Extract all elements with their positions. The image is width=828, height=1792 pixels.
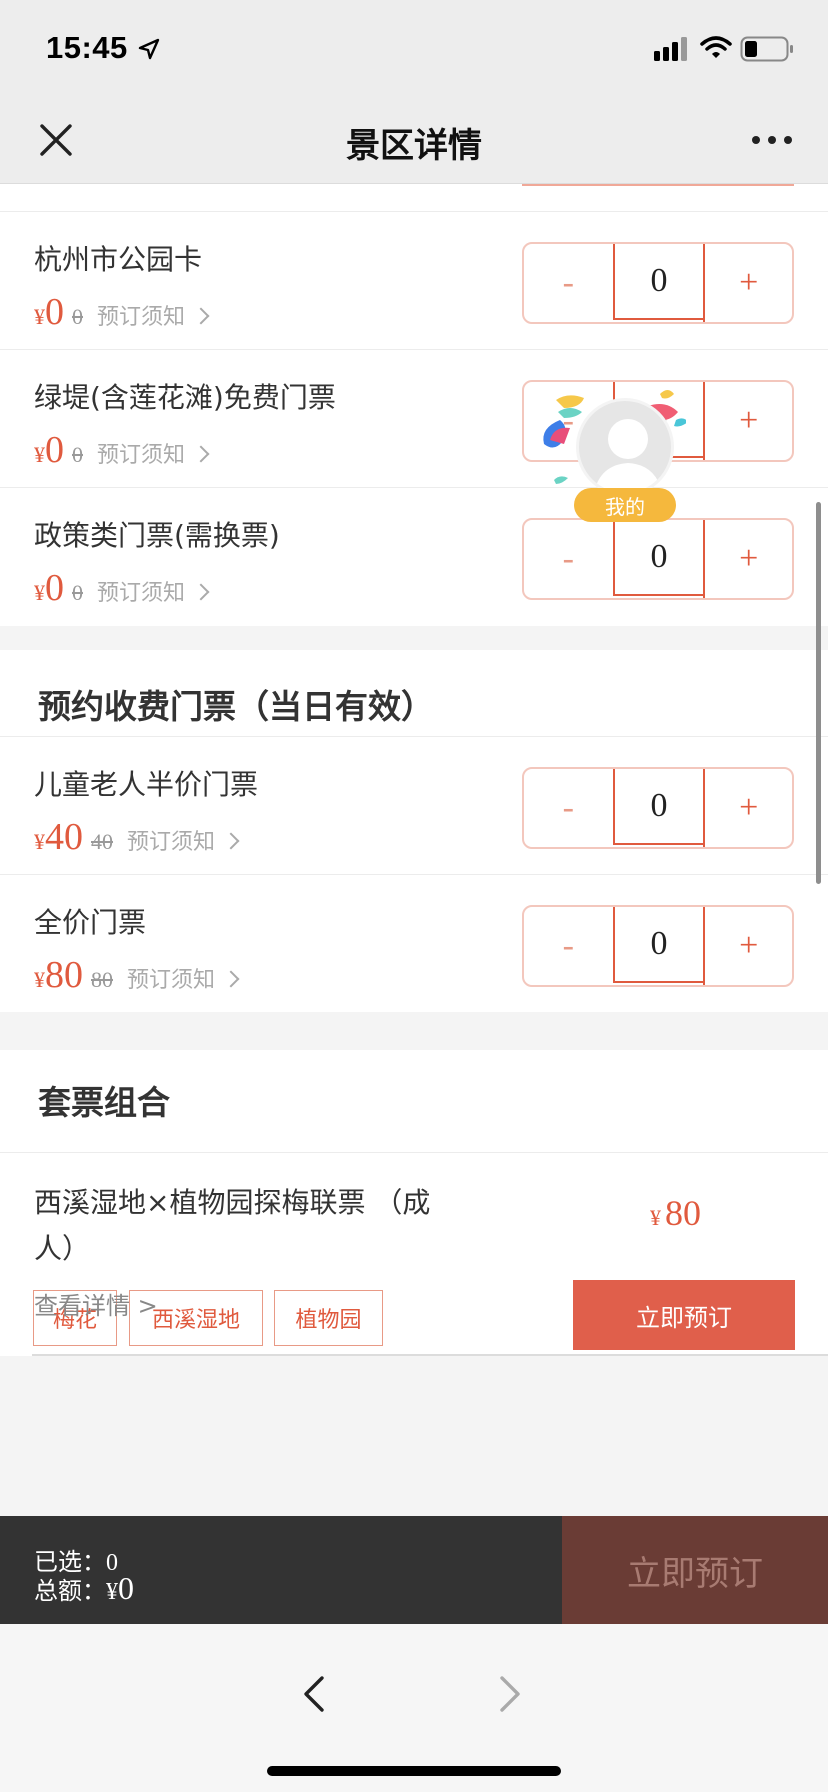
chevron-right-icon[interactable] — [192, 445, 210, 463]
yen-symbol: ¥ — [650, 1205, 661, 1230]
package-section: 套票组合 西溪湿地×植物园探梅联票 （成人） 梅花 西溪湿地 植物园 ¥ 80 … — [0, 1050, 828, 1356]
increment-button[interactable]: + — [703, 520, 792, 598]
ticket-price-line: ¥0 0 预订须知 — [34, 566, 210, 609]
quantity-value[interactable]: 0 — [612, 244, 704, 320]
total-value: 0 — [118, 1570, 134, 1606]
ticket-price-line: ¥0 0 预订须知 — [34, 290, 210, 333]
increment-button[interactable]: + — [703, 907, 792, 985]
quantity-value[interactable]: 0 — [612, 769, 704, 845]
more-options-icon[interactable] — [752, 132, 792, 148]
section-title: 套票组合 — [38, 1083, 170, 1122]
yen-symbol: ¥ — [106, 1579, 118, 1605]
booking-notice-link[interactable]: 预订须知 — [97, 581, 185, 606]
wifi-icon — [700, 36, 732, 58]
ticket-name: 绿堤(含莲花滩)免费门票 — [34, 381, 336, 414]
ticket-name: 杭州市公园卡 — [34, 243, 203, 276]
stepper-edge-partial — [522, 184, 794, 186]
package-card[interactable]: 西溪湿地×植物园探梅联票 （成人） 梅花 西溪湿地 植物园 ¥ 80 立即预订 — [0, 1180, 828, 1350]
section-title: 预约收费门票（当日有效） — [38, 687, 434, 726]
home-indicator[interactable] — [267, 1766, 561, 1776]
package-name: 西溪湿地×植物园探梅联票 （成人） — [34, 1186, 431, 1265]
battery-icon — [740, 36, 793, 62]
ticket-price: 0 — [45, 567, 64, 609]
decrement-button[interactable]: - — [524, 520, 613, 598]
ticket-original-price: 0 — [72, 304, 83, 329]
chevron-right-icon[interactable] — [222, 832, 240, 850]
package-price: ¥ 80 — [650, 1192, 701, 1234]
decrement-button[interactable]: - — [524, 244, 613, 322]
ticket-name: 政策类门票(需换票) — [34, 519, 280, 552]
my-label-badge: 我的 — [574, 488, 676, 522]
yen-symbol: ¥ — [34, 304, 45, 329]
total-label: 总额： — [34, 1577, 106, 1605]
quantity-stepper: - 0 + — [522, 518, 794, 600]
location-arrow-icon — [138, 38, 160, 60]
yen-symbol: ¥ — [34, 442, 45, 467]
paid-tickets-section: 预约收费门票（当日有效） 儿童老人半价门票 ¥40 40 预订须知 - 0 + 全价… — [0, 650, 828, 1012]
yen-symbol: ¥ — [34, 580, 45, 605]
ticket-original-price: 80 — [91, 967, 113, 992]
back-arrow-icon[interactable] — [302, 1674, 326, 1714]
divider — [32, 1354, 828, 1356]
increment-button[interactable]: + — [703, 382, 792, 460]
quantity-value[interactable]: 0 — [612, 520, 704, 596]
cellular-signal-icon — [654, 37, 687, 61]
booking-notice-link[interactable]: 预订须知 — [127, 968, 215, 993]
increment-button[interactable]: + — [703, 244, 792, 322]
checkout-bar: 已选：0 总额：¥0 立即预订 — [0, 1516, 828, 1624]
ticket-original-price: 0 — [72, 580, 83, 605]
booking-notice-link[interactable]: 预订须知 — [97, 443, 185, 468]
forward-arrow-icon[interactable] — [498, 1674, 522, 1714]
chevron-right-icon[interactable] — [192, 583, 210, 601]
quantity-stepper: - 0 + — [522, 767, 794, 849]
quantity-value[interactable]: 0 — [612, 907, 704, 983]
yen-symbol: ¥ — [34, 967, 45, 992]
ticket-price: 0 — [45, 429, 64, 471]
ticket-row: 儿童老人半价门票 ¥40 40 预订须知 - 0 + — [0, 736, 828, 874]
ticket-price: 80 — [45, 954, 83, 996]
quantity-stepper: - 0 + — [522, 905, 794, 987]
scrollbar-thumb[interactable] — [816, 502, 821, 884]
ticket-name: 儿童老人半价门票 — [34, 768, 259, 801]
avatar — [576, 398, 674, 496]
my-account-float-button[interactable]: 我的 — [536, 372, 686, 522]
ticket-row: 全价门票 ¥80 80 预订须知 - 0 + — [0, 874, 828, 1012]
status-time: 15:45 — [46, 30, 128, 65]
package-book-button[interactable]: 立即预订 — [573, 1280, 795, 1350]
ticket-price-line: ¥40 40 预订须知 — [34, 815, 240, 858]
quantity-stepper: - 0 + — [522, 242, 794, 324]
decrement-button[interactable]: - — [524, 907, 613, 985]
ticket-row: 政策类门票(需换票) ¥0 0 预订须知 - 0 + — [0, 487, 828, 625]
browser-toolbar — [0, 1624, 828, 1792]
free-tickets-section: 杭州市公园卡 ¥0 0 预订须知 - 0 + 绿堤(含莲花滩)免费门票 ¥0 0 预订须… — [0, 184, 828, 626]
ticket-price-line: ¥80 80 预订须知 — [34, 953, 240, 996]
view-details-link[interactable]: 查看详情 > — [34, 1286, 158, 1321]
content-area[interactable]: 杭州市公园卡 ¥0 0 预订须知 - 0 + 绿堤(含莲花滩)免费门票 ¥0 0 预订须… — [0, 184, 828, 1516]
page-title: 景区详情 — [346, 126, 482, 166]
ticket-price: 0 — [45, 291, 64, 333]
total-amount: 总额：¥0 — [34, 1570, 134, 1607]
yen-symbol: ¥ — [34, 829, 45, 854]
ticket-price-line: ¥0 0 预订须知 — [34, 428, 210, 471]
ticket-row: 绿堤(含莲花滩)免费门票 ¥00预订须知 - 0 + — [0, 349, 828, 487]
ticket-price: 40 — [45, 816, 83, 858]
booking-notice-link[interactable]: 预订须知 — [127, 830, 215, 855]
decrement-button[interactable]: - — [524, 769, 613, 847]
status-bar: 15:45 — [0, 0, 828, 96]
package-tag: 植物园 — [274, 1290, 383, 1346]
booking-notice-link[interactable]: 预订须知 — [97, 305, 185, 330]
chevron-right-icon[interactable] — [222, 970, 240, 988]
ticket-original-price: 0 — [72, 442, 83, 467]
increment-button[interactable]: + — [703, 769, 792, 847]
checkout-book-button[interactable]: 立即预订 — [562, 1516, 828, 1624]
ticket-name: 全价门票 — [34, 906, 147, 939]
ticket-row: 杭州市公园卡 ¥0 0 预订须知 - 0 + — [0, 211, 828, 349]
ticket-original-price: 40 — [91, 829, 113, 854]
chevron-right-icon[interactable] — [192, 307, 210, 325]
package-price-value: 80 — [665, 1193, 701, 1233]
divider — [0, 1152, 828, 1153]
nav-bar: 景区详情 — [0, 96, 828, 184]
